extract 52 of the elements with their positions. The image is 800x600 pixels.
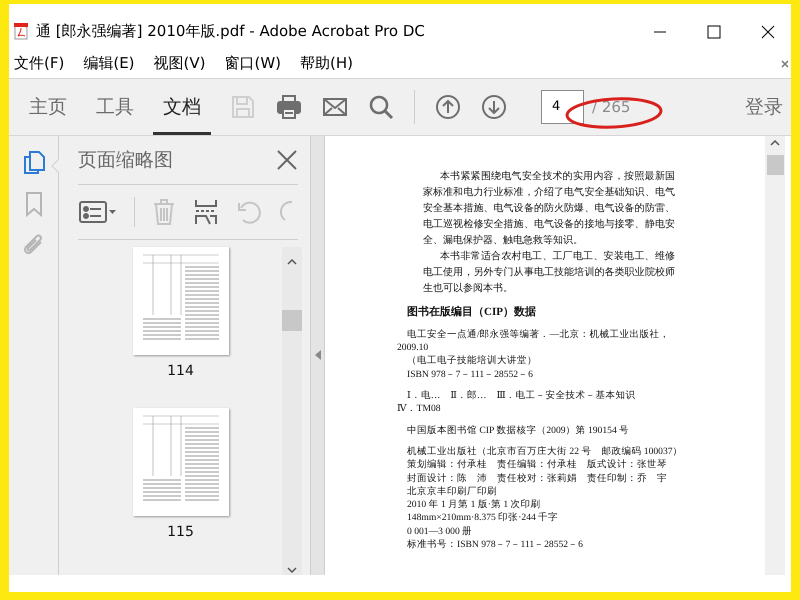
close-icon[interactable] xyxy=(276,148,298,171)
close-button[interactable] xyxy=(761,24,775,39)
scrollbar[interactable] xyxy=(765,136,785,576)
catalog-line: 机械工业出版社（北京市百万庄大街 22 号 邮政编码 100037） xyxy=(407,444,684,458)
scroll-up-icon[interactable] xyxy=(287,258,297,265)
menu-item[interactable]: 窗口(W) xyxy=(224,54,282,74)
catalog-line: 北京京丰印刷厂印刷 xyxy=(407,484,498,498)
scrollbar[interactable] xyxy=(282,246,302,576)
tab[interactable]: 主页 xyxy=(19,78,77,135)
scroll-up-icon[interactable] xyxy=(770,140,780,146)
catalog-line: 标准书号：ISBN 978－7－111－28552－6 xyxy=(407,538,584,552)
catalog-line: 中国版本图书馆 CIP 数据核字（2009）第 190154 号 xyxy=(407,424,630,437)
next-page-icon[interactable] xyxy=(481,94,507,120)
catalog-line: Ⅳ．TM08 xyxy=(397,402,442,416)
page-thumbnail[interactable] xyxy=(132,246,228,355)
catalog-line: 封面设计：陈 沛 责任校对：张莉娟 责任印制：乔 宇 xyxy=(407,472,668,485)
catalog-line: 2009.10 xyxy=(397,341,430,354)
collapse-panel-icon[interactable] xyxy=(314,350,320,360)
list-view-icon[interactable] xyxy=(78,198,118,225)
window-title: 通 [郎永强编著] 2010年版.pdf - Adobe Acrobat Pro DC xyxy=(36,22,426,42)
catalog-line: 148mm×210mm·8.375 印张·244 千字 xyxy=(407,511,560,525)
catalog-line: 2010 年 1 月第 1 版·第 1 次印刷 xyxy=(407,498,542,512)
insert-pages-icon[interactable] xyxy=(193,198,219,226)
body-paragraph: 本书紧紧围绕电气安全技术的实用内容，按照最新国家标准和电力行业标准，介绍了电气安全基础知识、电气安全基本措施、电气设备的防火防爆、电气设备的防雷、电工巡视检修安全措施、电气设备的接地与接零、静电安全、漏电保护器、触电急救等知识。 xyxy=(423,170,675,248)
sign-in-link[interactable]: 登录 xyxy=(745,94,783,120)
maximize-button[interactable] xyxy=(707,24,721,39)
section-heading: 图书在版编目（CIP）数据 xyxy=(407,304,537,320)
page-number-label: 115 xyxy=(167,524,194,540)
previous-page-icon[interactable] xyxy=(435,94,461,120)
catalog-line: 策划编辑：付承桂 责任编辑：付承桂 版式设计：张世琴 xyxy=(407,458,668,472)
search-icon[interactable] xyxy=(368,94,394,120)
page-thumbnail[interactable] xyxy=(132,408,228,516)
scroll-down-icon[interactable] xyxy=(287,567,297,574)
menu-item[interactable]: 文件(F) xyxy=(14,54,64,74)
catalog-line: 0 001—3 000 册 xyxy=(407,524,474,538)
catalog-line: Ⅰ．电… Ⅱ．郎… Ⅲ．电工－安全技术－基本知识 xyxy=(407,389,637,402)
print-icon[interactable] xyxy=(276,94,302,120)
menu-item[interactable]: 编辑(E) xyxy=(83,54,135,74)
panel-title: 页面缩略图 xyxy=(78,148,174,173)
catalog-line: （电工电子技能培训大讲堂） xyxy=(407,354,538,368)
menu-item[interactable]: 帮助(H) xyxy=(300,54,354,74)
page-number-label: 114 xyxy=(167,362,194,379)
scrollbar-thumb[interactable] xyxy=(766,154,784,175)
scrollbar-thumb[interactable] xyxy=(282,310,302,332)
catalog-line: 电工安全一点通/郎永强等编著．—北京：机械工业出版社， xyxy=(407,328,670,342)
body-paragraph: 本书非常适合农村电工、工厂电工、安装电工、维修电工使用，另外专门从事电工技能培训的各类职业院校师生也可以参阅本书。 xyxy=(423,250,675,296)
pdf-file-icon xyxy=(14,23,28,40)
page-number-field[interactable]: 4 xyxy=(541,90,584,124)
tab[interactable]: 工具 xyxy=(86,78,144,135)
menu-item[interactable]: 视图(V) xyxy=(154,54,206,74)
catalog-line: ISBN 978－7－111－28552－6 xyxy=(407,368,534,382)
close-icon[interactable] xyxy=(781,60,789,68)
